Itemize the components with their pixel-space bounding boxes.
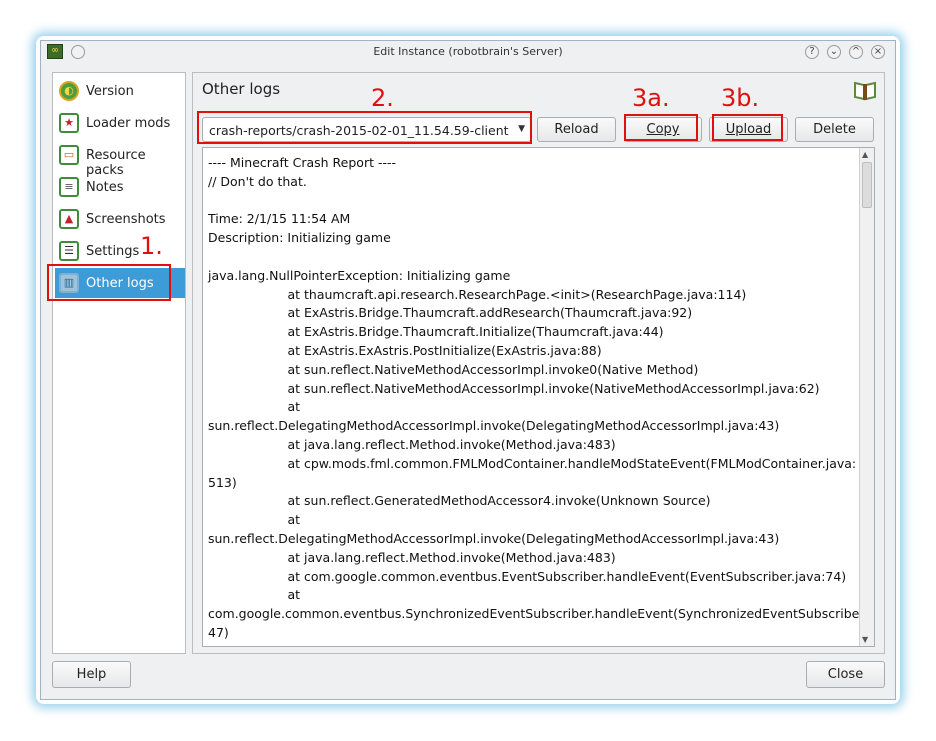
briefcase-icon: ▭: [59, 145, 79, 165]
maximize-button[interactable]: ^: [849, 45, 863, 59]
log-file-select[interactable]: crash-reports/crash-2015-02-01_11.54.59-…: [202, 117, 531, 142]
chevron-down-icon: ▼: [518, 124, 525, 134]
title-bar[interactable]: ∞ Edit Instance (robotbrain's Server) ? …: [41, 41, 895, 63]
sidebar-item-settings[interactable]: ☰ Settings: [55, 236, 185, 266]
close-title-button[interactable]: ×: [871, 45, 885, 59]
sidebar-item-screenshots[interactable]: ▲ Screenshots: [55, 204, 185, 234]
sidebar-item-label: Screenshots: [86, 212, 166, 227]
sidebar: ◐ Version ★ Loader mods ▭ Resource packs…: [52, 72, 186, 654]
sidebar-item-resource-packs[interactable]: ▭ Resource packs: [55, 140, 185, 178]
page-title: Other logs: [202, 80, 281, 98]
log-text[interactable]: ---- Minecraft Crash Report ---- // Don'…: [208, 154, 874, 646]
log-scrollbar[interactable]: ▲ ▼: [859, 148, 874, 646]
reload-button[interactable]: Reload: [537, 117, 616, 142]
settings-icon: ☰: [59, 241, 79, 261]
sidebar-item-label: Loader mods: [86, 116, 171, 131]
open-book-icon: [854, 81, 876, 101]
log-file-select-value: crash-reports/crash-2015-02-01_11.54.59-…: [209, 123, 509, 138]
sidebar-item-label: Version: [86, 84, 134, 99]
annotation-step-3a: 3a.: [632, 84, 670, 112]
copy-button[interactable]: Copy: [624, 117, 702, 142]
scroll-down-arrow-icon[interactable]: ▼: [862, 635, 868, 644]
sidebar-item-label: Other logs: [86, 276, 154, 291]
annotation-step-2: 2.: [371, 84, 394, 112]
picture-icon: ▲: [59, 209, 79, 229]
sidebar-item-notes[interactable]: ≡ Notes: [55, 172, 185, 202]
window-title: Edit Instance (robotbrain's Server): [373, 45, 563, 58]
minimize-button[interactable]: ⌄: [827, 45, 841, 59]
edit-instance-dialog: ∞ Edit Instance (robotbrain's Server) ? …: [40, 40, 896, 700]
scroll-thumb[interactable]: [862, 162, 872, 208]
version-icon: ◐: [59, 81, 79, 101]
upload-button[interactable]: Upload: [709, 117, 788, 142]
delete-button[interactable]: Delete: [795, 117, 874, 142]
annotation-step-1: 1.: [140, 232, 163, 260]
sidebar-item-loader-mods[interactable]: ★ Loader mods: [55, 108, 185, 138]
sidebar-item-label: Notes: [86, 180, 124, 195]
book-icon: ▥: [59, 273, 79, 293]
sidebar-item-label: Settings: [86, 244, 140, 259]
close-button[interactable]: Close: [806, 661, 885, 688]
notes-icon: ≡: [59, 177, 79, 197]
log-viewer[interactable]: ---- Minecraft Crash Report ---- // Don'…: [202, 147, 875, 647]
annotation-step-3b: 3b.: [721, 84, 760, 112]
sidebar-item-other-logs[interactable]: ▥ Other logs: [55, 268, 185, 298]
other-logs-panel: Other logs crash-reports/crash-2015-02-0…: [192, 72, 885, 654]
help-title-button[interactable]: ?: [805, 45, 819, 59]
sidebar-item-version[interactable]: ◐ Version: [55, 76, 185, 106]
star-icon: ★: [59, 113, 79, 133]
help-button[interactable]: Help: [52, 661, 131, 688]
scroll-up-arrow-icon[interactable]: ▲: [862, 150, 868, 159]
